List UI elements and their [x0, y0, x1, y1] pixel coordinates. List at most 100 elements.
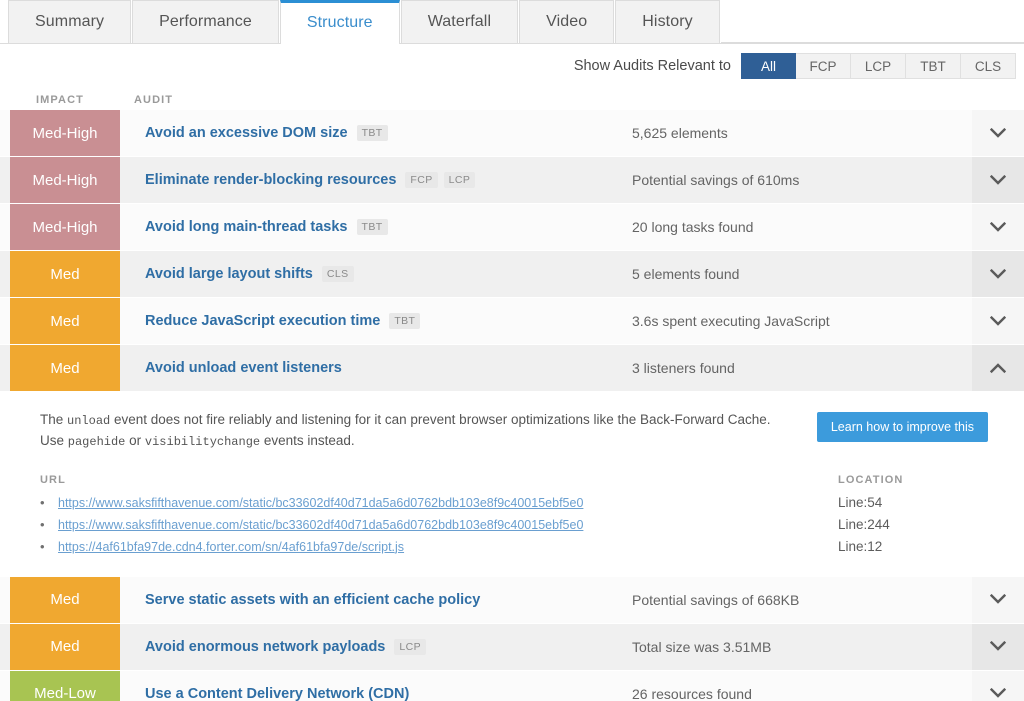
filter-button-lcp[interactable]: LCP — [851, 53, 906, 79]
audit-value: 5,625 elements — [632, 125, 728, 141]
audit-row[interactable]: Med Avoid enormous network payloads LCP Tot… — [0, 623, 1024, 671]
chevron-down-icon[interactable] — [972, 204, 1024, 250]
resource-url-link[interactable]: https://www.saksfifthavenue.com/static/b… — [58, 496, 583, 510]
audit-title-link[interactable]: Avoid an excessive DOM size — [145, 125, 348, 141]
audit-value: 3.6s spent executing JavaScript — [632, 313, 830, 329]
impact-badge: Med-High — [10, 204, 120, 250]
audit-title-link[interactable]: Reduce JavaScript execution time — [145, 313, 380, 329]
audit-detail-header: The unload event does not fire reliably … — [40, 410, 988, 452]
audit-cell: Use a Content Delivery Network (CDN) — [120, 671, 632, 701]
impact-badge: Med — [10, 251, 120, 297]
chevron-down-icon[interactable] — [972, 671, 1024, 701]
metric-tag-group: FCP LCP — [405, 172, 481, 188]
tab-bar: Summary Performance Structure Waterfall Vide… — [0, 0, 1024, 44]
chevron-down-icon[interactable] — [972, 157, 1024, 203]
filter-button-label: CLS — [974, 58, 1002, 74]
audit-cell: Avoid unload event listeners — [120, 345, 632, 391]
learn-how-to-improve-button[interactable]: Learn how to improve this — [816, 412, 988, 442]
audit-cell: Reduce JavaScript execution time TBT — [120, 298, 632, 344]
audit-value: 3 listeners found — [632, 360, 735, 376]
tab-label: Performance — [159, 13, 252, 30]
audit-table-body: Med-High Avoid an excessive DOM size TBT 5,… — [0, 110, 1024, 701]
chevron-down-icon[interactable] — [972, 624, 1024, 670]
audit-cell: Avoid an excessive DOM size TBT — [120, 110, 632, 156]
audit-value: 5 elements found — [632, 266, 740, 282]
resource-url-link[interactable]: https://www.saksfifthavenue.com/static/b… — [58, 518, 583, 532]
detail-table-body: • https://www.saksfifthavenue.com/static/… — [40, 495, 988, 554]
filter-label: Show Audits Relevant to — [573, 58, 731, 74]
audit-row[interactable]: Med Serve static assets with an efficient… — [0, 576, 1024, 624]
code-token-unload: unload — [67, 414, 111, 428]
audit-cell: Serve static assets with an efficient ca… — [120, 577, 632, 623]
audit-title-link[interactable]: Serve static assets with an efficient ca… — [145, 592, 480, 608]
detail-table-row: • https://www.saksfifthavenue.com/static/… — [40, 517, 988, 532]
audit-title-link[interactable]: Avoid unload event listeners — [145, 360, 342, 376]
tab-performance[interactable]: Performance — [132, 0, 279, 43]
audit-cell: Avoid enormous network payloads LCP — [120, 624, 632, 670]
audit-description: The unload event does not fire reliably … — [40, 410, 797, 452]
detail-url-cell: • https://www.saksfifthavenue.com/static/… — [40, 495, 838, 510]
audit-detail-table: URL LOCATION • https://www.saksfifthavenue.… — [40, 474, 988, 554]
code-token-pagehide: pagehide — [67, 434, 126, 449]
tab-structure[interactable]: Structure — [279, 0, 400, 44]
audit-row[interactable]: Med-High Eliminate render-blocking resour… — [0, 157, 1024, 204]
tab-label: Video — [546, 13, 588, 30]
tab-label: Waterfall — [427, 13, 492, 30]
filter-button-tbt[interactable]: TBT — [906, 53, 961, 79]
chevron-up-icon[interactable] — [972, 345, 1024, 391]
chevron-down-icon[interactable] — [972, 298, 1024, 344]
chevron-down-icon[interactable] — [972, 110, 1024, 156]
filter-button-label: LCP — [864, 58, 892, 74]
audit-row[interactable]: Med-Low Use a Content Delivery Network (C… — [0, 670, 1024, 701]
impact-badge: Med-High — [10, 110, 120, 156]
tab-summary[interactable]: Summary — [8, 0, 132, 43]
audit-title-link[interactable]: Avoid long main-thread tasks — [145, 219, 348, 235]
detail-table-row: • https://www.saksfifthavenue.com/static/… — [40, 495, 988, 510]
bullet-icon: • — [40, 494, 45, 510]
audit-row[interactable]: Med-High Avoid an excessive DOM size TBT 5,… — [0, 110, 1024, 157]
audit-row[interactable]: Med Avoid unload event listeners 3 listene… — [0, 345, 1024, 392]
audit-detail-panel: The unload event does not fire reliably … — [0, 392, 1024, 577]
detail-table-header: URL LOCATION — [40, 474, 988, 486]
audit-value: 26 resources found — [632, 685, 752, 701]
filter-button-cls[interactable]: CLS — [961, 53, 1016, 79]
audit-cell: Avoid large layout shifts CLS — [120, 251, 632, 297]
description-text-1: The — [40, 412, 68, 427]
audit-row[interactable]: Med-High Avoid long main-thread tasks TBT 2… — [0, 204, 1024, 251]
tab-waterfall[interactable]: Waterfall — [400, 0, 519, 43]
audit-value: Potential savings of 668KB — [632, 591, 800, 608]
metric-tag-group: TBT — [389, 313, 426, 329]
tab-video[interactable]: Video — [519, 0, 615, 43]
column-header-impact: IMPACT — [36, 94, 84, 106]
metric-tag: TBT — [356, 125, 388, 141]
metric-tag: LCP — [394, 639, 427, 655]
tab-label: Summary — [35, 13, 105, 30]
audit-table-header: IMPACT AUDIT — [0, 88, 1024, 110]
audit-title-link[interactable]: Avoid enormous network payloads — [145, 639, 385, 655]
tab-label: History — [642, 13, 693, 30]
tab-history[interactable]: History — [615, 0, 720, 43]
impact-badge: Med-High — [10, 157, 120, 203]
resource-url-link[interactable]: https://4af61bfa97de.cdn4.forter.com/sn/… — [58, 540, 404, 554]
metric-tag: CLS — [321, 266, 354, 282]
audit-title-link[interactable]: Use a Content Delivery Network (CDN) — [145, 686, 409, 701]
chevron-down-icon[interactable] — [972, 251, 1024, 297]
metric-tag: LCP — [443, 172, 476, 188]
audit-cell: Eliminate render-blocking resources FCP LC… — [120, 157, 632, 203]
tab-bar-filler — [720, 0, 1024, 43]
detail-location-cell: Line:244 — [838, 516, 890, 532]
chevron-down-icon[interactable] — [972, 577, 1024, 623]
metric-tag-group: TBT — [356, 219, 394, 235]
audit-title-link[interactable]: Avoid large layout shifts — [145, 266, 313, 282]
filter-button-label: FCP — [809, 58, 837, 74]
metric-tag-group: TBT — [356, 125, 394, 141]
metric-tag: TBT — [356, 219, 388, 235]
audit-value: Total size was 3.51MB — [632, 638, 772, 655]
filter-button-all[interactable]: All — [741, 53, 796, 79]
audit-row[interactable]: Med Avoid large layout shifts CLS 5 element… — [0, 251, 1024, 298]
column-header-audit: AUDIT — [134, 94, 174, 106]
audit-row[interactable]: Med Reduce JavaScript execution time TBT 3.… — [0, 298, 1024, 345]
audit-title-link[interactable]: Eliminate render-blocking resources — [145, 172, 396, 188]
description-text-4: events instead. — [260, 432, 355, 448]
filter-button-fcp[interactable]: FCP — [796, 53, 851, 79]
